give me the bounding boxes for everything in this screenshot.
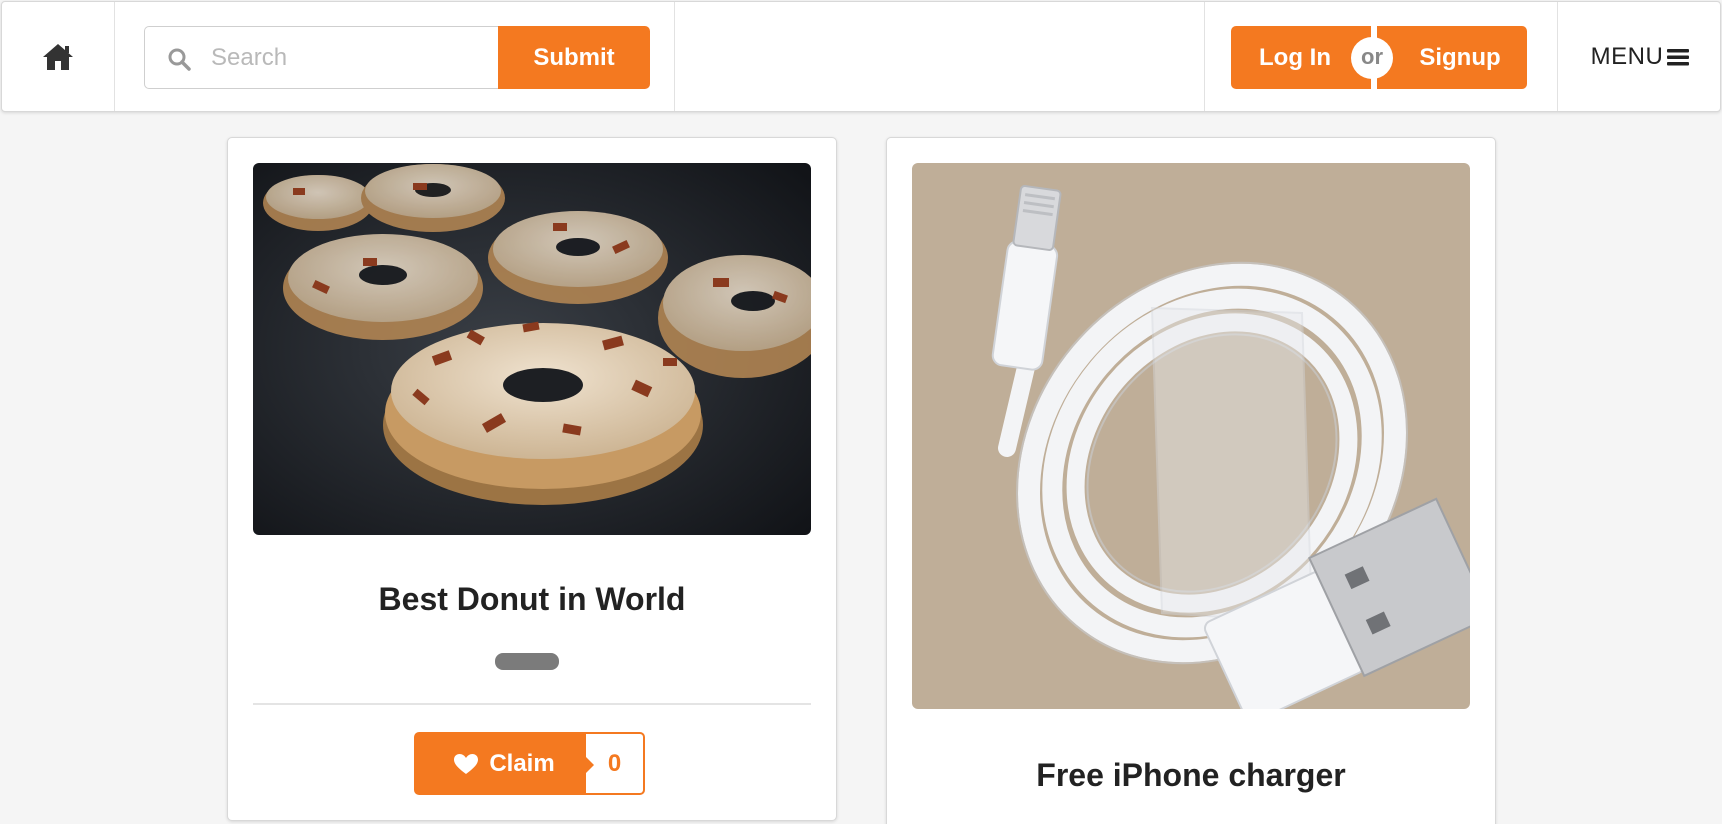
charger-photo[interactable] (912, 163, 1470, 709)
menu-label: MENU (1590, 42, 1664, 70)
card-title[interactable]: Free iPhone charger (887, 757, 1495, 794)
home-icon (43, 43, 73, 70)
card-divider (253, 703, 811, 705)
deal-card: Free iPhone charger (886, 137, 1496, 824)
login-button[interactable]: Log In (1231, 26, 1371, 89)
search-icon (168, 48, 191, 71)
signup-button[interactable]: Signup (1377, 26, 1527, 89)
claim-button[interactable]: Claim (414, 732, 586, 795)
or-separator: or (1351, 37, 1393, 79)
nav-divider (114, 2, 115, 111)
menu-button[interactable]: MENU (1558, 2, 1722, 111)
search-input[interactable] (211, 39, 481, 77)
donut-photo[interactable] (253, 163, 811, 535)
heart-icon (454, 753, 479, 774)
tag-pill (495, 653, 559, 670)
claim-widget: Claim 0 (414, 732, 645, 795)
submit-button[interactable]: Submit (498, 26, 650, 89)
nav-divider (674, 2, 675, 111)
claim-count: 0 (585, 732, 645, 795)
card-title[interactable]: Best Donut in World (228, 581, 836, 618)
search-form: Submit (144, 26, 650, 89)
home-button[interactable] (2, 2, 114, 111)
auth-buttons: Log In Signup or (1231, 26, 1527, 89)
nav-divider (1204, 2, 1205, 111)
search-box (144, 26, 500, 89)
top-navbar: Submit Log In Signup or MENU (1, 1, 1721, 112)
deal-card: Best Donut in World Claim 0 (227, 137, 837, 821)
hamburger-icon (1667, 48, 1690, 65)
claim-label: Claim (489, 749, 555, 777)
